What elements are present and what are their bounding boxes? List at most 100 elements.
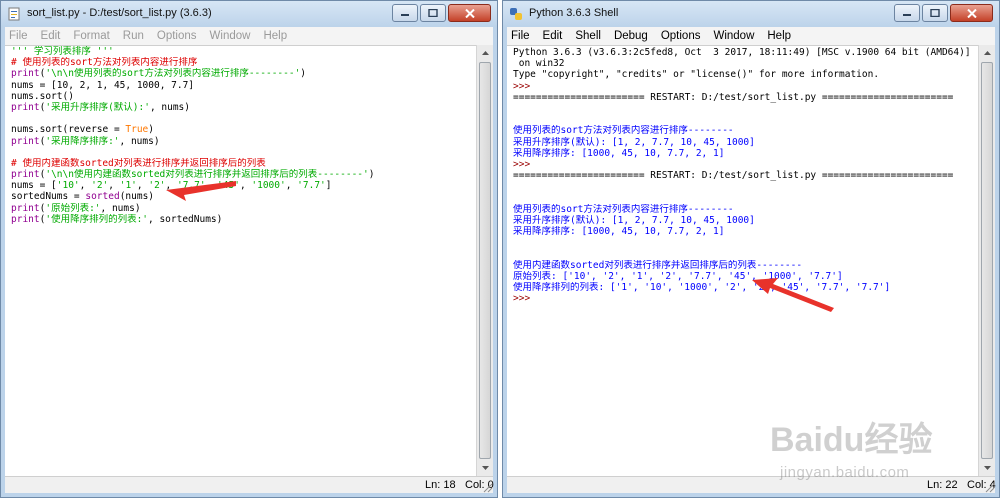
editor-code-line: print('原始列表:', nums) <box>11 203 476 214</box>
editor-code: ''' 学习列表排序 ''' # 使用列表的sort方法对列表内容进行排序 prin… <box>5 46 476 225</box>
arrow-up-icon <box>983 51 991 55</box>
code-token: , nums) <box>119 135 160 147</box>
shell-code-line <box>513 114 978 125</box>
editor-title: sort_list.py - D:/test/sort_list.py (3.6… <box>27 7 212 19</box>
editor-minimize-button[interactable] <box>392 4 418 22</box>
editor-window: sort_list.py - D:/test/sort_list.py (3.6… <box>0 0 498 498</box>
editor-menu-run[interactable]: Run <box>123 30 144 42</box>
code-token: 使用内建函数sorted对列表进行排序并返回排序后的列表-------- <box>513 259 803 271</box>
code-token: 使用降序排列的列表: ['1', '10', '1000', '2', '2',… <box>513 281 891 293</box>
code-token: ======================= RESTART: D:/test… <box>513 91 954 103</box>
shell-code-line: on win32 <box>513 58 978 69</box>
code-token: nums.sort() <box>11 90 74 102</box>
code-token: , sortedNums) <box>148 213 223 225</box>
code-token: , <box>205 180 218 192</box>
code-token: print <box>11 101 40 113</box>
status-line: Ln: 18 <box>425 479 456 491</box>
shell-code-line: 原始列表: ['10', '2', '1', '2', '7.7', '45',… <box>513 271 978 282</box>
close-icon <box>966 8 977 18</box>
shell-code-line: 使用内建函数sorted对列表进行排序并返回排序后的列表-------- <box>513 260 978 271</box>
code-token: '\n\n使用列表的sort方法对列表内容进行排序--------' <box>45 68 301 80</box>
shell-menu-file[interactable]: File <box>511 30 530 42</box>
close-icon <box>464 8 475 18</box>
shell-code-line: Type "copyright", "credits" or "license(… <box>513 69 978 80</box>
resize-grip-icon[interactable] <box>481 481 493 493</box>
editor-code-line: print('采用降序排序:', nums) <box>11 136 476 147</box>
arrow-up-icon <box>481 51 489 55</box>
code-token: '\n\n使用内建函数sorted对列表进行排序并返回排序后的列表-------… <box>45 169 369 181</box>
shell-menu-edit[interactable]: Edit <box>543 30 563 42</box>
shell-menu-help[interactable]: Help <box>767 30 791 42</box>
editor-menu-file[interactable]: File <box>9 30 28 42</box>
editor-menu-bar: File Edit Format Run Options Window Help <box>5 27 493 45</box>
editor-text-area[interactable]: ''' 学习列表排序 ''' # 使用列表的sort方法对列表内容进行排序 prin… <box>5 45 476 476</box>
editor-title-bar[interactable]: sort_list.py - D:/test/sort_list.py (3.6… <box>1 1 497 27</box>
code-token: 采用降序排序: [1000, 45, 10, 7.7, 2, 1] <box>513 226 725 237</box>
editor-menu-format[interactable]: Format <box>73 30 109 42</box>
editor-code-line: sortedNums = sorted(nums) <box>11 191 476 202</box>
shell-code-line: ======================= RESTART: D:/test… <box>513 92 978 103</box>
watermark-logo: Baidu经验 <box>770 421 933 459</box>
shell-menu-options[interactable]: Options <box>661 30 701 42</box>
python-logo-icon <box>510 8 522 20</box>
shell-code-line: Python 3.6.3 (v3.6.3:2c5fed8, Oct 3 2017… <box>513 47 978 58</box>
editor-menu-window[interactable]: Window <box>210 30 251 42</box>
shell-minimize-button[interactable] <box>894 4 920 22</box>
editor-close-button[interactable] <box>448 4 491 22</box>
code-token: '2' <box>91 180 109 192</box>
code-token: , <box>79 180 92 192</box>
shell-code-line: 使用列表的sort方法对列表内容进行排序-------- <box>513 125 978 136</box>
shell-title-bar[interactable]: Python 3.6.3 Shell <box>503 1 999 27</box>
scroll-down-button[interactable] <box>477 460 493 476</box>
editor-scrollbar[interactable] <box>476 45 493 476</box>
editor-code-line: nums.sort() <box>11 91 476 102</box>
shell-menu-shell[interactable]: Shell <box>575 30 601 42</box>
scroll-thumb[interactable] <box>479 62 491 459</box>
code-token: '7.7' <box>297 180 326 192</box>
code-token: print <box>11 169 40 181</box>
code-token: ''' 学习列表排序 ''' <box>11 46 114 57</box>
code-token: ] <box>325 180 332 192</box>
shell-maximize-button[interactable] <box>922 4 948 22</box>
code-token: '采用降序排序:' <box>45 135 120 147</box>
editor-code-line: nums.sort(reverse = True) <box>11 124 476 135</box>
editor-menu-edit[interactable]: Edit <box>41 30 61 42</box>
shell-code-line <box>513 103 978 114</box>
code-token: >>> <box>513 80 536 92</box>
shell-code-line: 采用升序排序(默认): [1, 2, 7.7, 10, 45, 1000] <box>513 137 978 148</box>
watermark-url: jingyan.baidu.com <box>780 464 910 481</box>
code-token: Type "copyright", "credits" or "license(… <box>513 69 880 81</box>
scroll-up-button[interactable] <box>979 45 995 61</box>
code-token: 原始列表: ['10', '2', '1', '2', '7.7', '45',… <box>513 270 843 282</box>
shell-code-line: 采用降序排序: [1000, 45, 10, 7.7, 2, 1] <box>513 226 978 237</box>
shell-close-button[interactable] <box>950 4 993 22</box>
code-token: 采用升序排序(默认): [1, 2, 7.7, 10, 45, 1000] <box>513 214 755 226</box>
code-token: print <box>11 213 40 225</box>
shell-title: Python 3.6.3 Shell <box>529 7 619 19</box>
scroll-up-button[interactable] <box>477 45 493 61</box>
editor-code-line <box>11 147 476 158</box>
shell-code-line <box>513 192 978 203</box>
code-token: , nums) <box>149 101 190 113</box>
code-token: print <box>11 68 40 80</box>
code-token: '2' <box>148 180 166 192</box>
scroll-thumb[interactable] <box>981 62 993 459</box>
code-token: , <box>239 180 252 192</box>
editor-maximize-button[interactable] <box>420 4 446 22</box>
code-token: print <box>11 135 40 147</box>
code-token: 采用降序排序: [1000, 45, 10, 7.7, 2, 1] <box>513 147 725 159</box>
code-token: ) <box>300 68 307 80</box>
shell-menu-debug[interactable]: Debug <box>614 30 648 42</box>
shell-code-line: 采用升序排序(默认): [1, 2, 7.7, 10, 45, 1000] <box>513 215 978 226</box>
minimize-icon <box>903 14 911 16</box>
code-token: 使用列表的sort方法对列表内容进行排序-------- <box>513 125 734 137</box>
code-token: , <box>136 180 149 192</box>
editor-menu-help[interactable]: Help <box>263 30 287 42</box>
code-token: , <box>165 180 177 192</box>
shell-code-line: >>> <box>513 293 978 304</box>
python-file-icon <box>8 7 20 21</box>
code-token: '1000' <box>251 180 286 192</box>
editor-menu-options[interactable]: Options <box>157 30 197 42</box>
shell-menu-window[interactable]: Window <box>713 30 754 42</box>
maximize-icon <box>930 9 940 17</box>
